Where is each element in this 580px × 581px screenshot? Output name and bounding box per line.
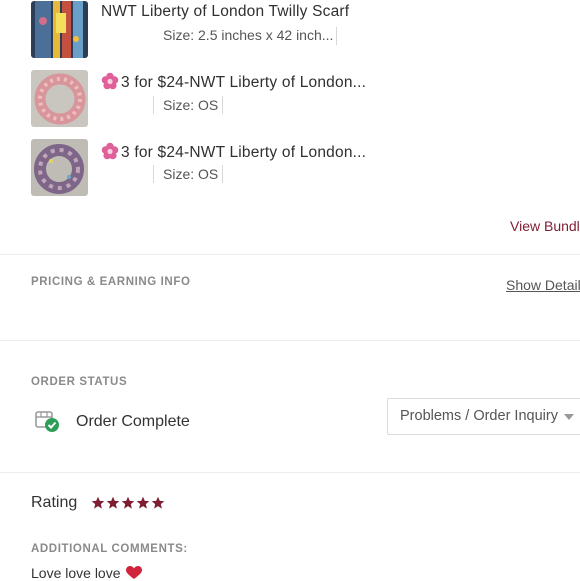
item-thumbnail[interactable]	[31, 139, 88, 196]
divider	[336, 27, 337, 45]
item-title[interactable]: 3 for $24-NWT Liberty of London...	[101, 142, 366, 162]
comments-section-label: ADDITIONAL COMMENTS:	[31, 543, 188, 555]
star-icon	[106, 496, 120, 509]
item-title[interactable]: NWT Liberty of London Twilly Scarf	[101, 3, 349, 21]
item-size: Size: 2.5 inches x 42 inch...	[163, 27, 334, 43]
star-icon	[136, 496, 150, 509]
comment-text: Love love love	[31, 565, 121, 581]
flower-icon	[101, 142, 119, 160]
item-title[interactable]: 3 for $24-NWT Liberty of London...	[101, 72, 366, 92]
section-divider	[0, 254, 580, 255]
comment-text-row: Love love love	[31, 565, 143, 581]
divider	[153, 96, 154, 114]
scrunchie-purple-image	[31, 139, 88, 196]
item-thumbnail[interactable]	[31, 1, 88, 58]
scrunchie-pink-image	[31, 70, 88, 127]
view-bundle-link[interactable]: View Bundle	[510, 218, 580, 234]
pricing-section-label: PRICING & EARNING INFO	[31, 276, 191, 288]
divider	[222, 96, 223, 114]
divider	[222, 165, 223, 183]
chevron-down-icon	[564, 414, 574, 420]
star-icon	[121, 496, 135, 509]
item-size: Size: OS	[163, 166, 219, 182]
scarf-image	[31, 1, 88, 58]
item-title-text[interactable]: 3 for $24-NWT Liberty of London...	[121, 74, 366, 91]
order-status-label: ORDER STATUS	[31, 376, 128, 388]
section-divider	[0, 472, 580, 473]
package-check-icon	[35, 411, 59, 432]
item-title-text[interactable]: 3 for $24-NWT Liberty of London...	[121, 144, 366, 161]
rating-label: Rating	[31, 494, 78, 511]
item-thumbnail[interactable]	[31, 70, 88, 127]
section-divider	[0, 340, 580, 341]
rating-stars	[91, 496, 166, 515]
heart-icon	[126, 566, 143, 579]
dropdown-value: Problems / Order Inquiry	[400, 408, 558, 424]
item-size: Size: OS	[163, 97, 219, 113]
star-icon	[151, 496, 165, 509]
item-title-text[interactable]: NWT Liberty of London Twilly Scarf	[101, 3, 349, 20]
flower-icon	[101, 72, 119, 90]
order-inquiry-dropdown[interactable]: Problems / Order Inquiry	[387, 398, 580, 435]
show-details-link[interactable]: Show Details	[506, 277, 580, 293]
star-icon	[91, 496, 105, 509]
divider	[153, 165, 154, 183]
order-status-text: Order Complete	[76, 413, 190, 430]
